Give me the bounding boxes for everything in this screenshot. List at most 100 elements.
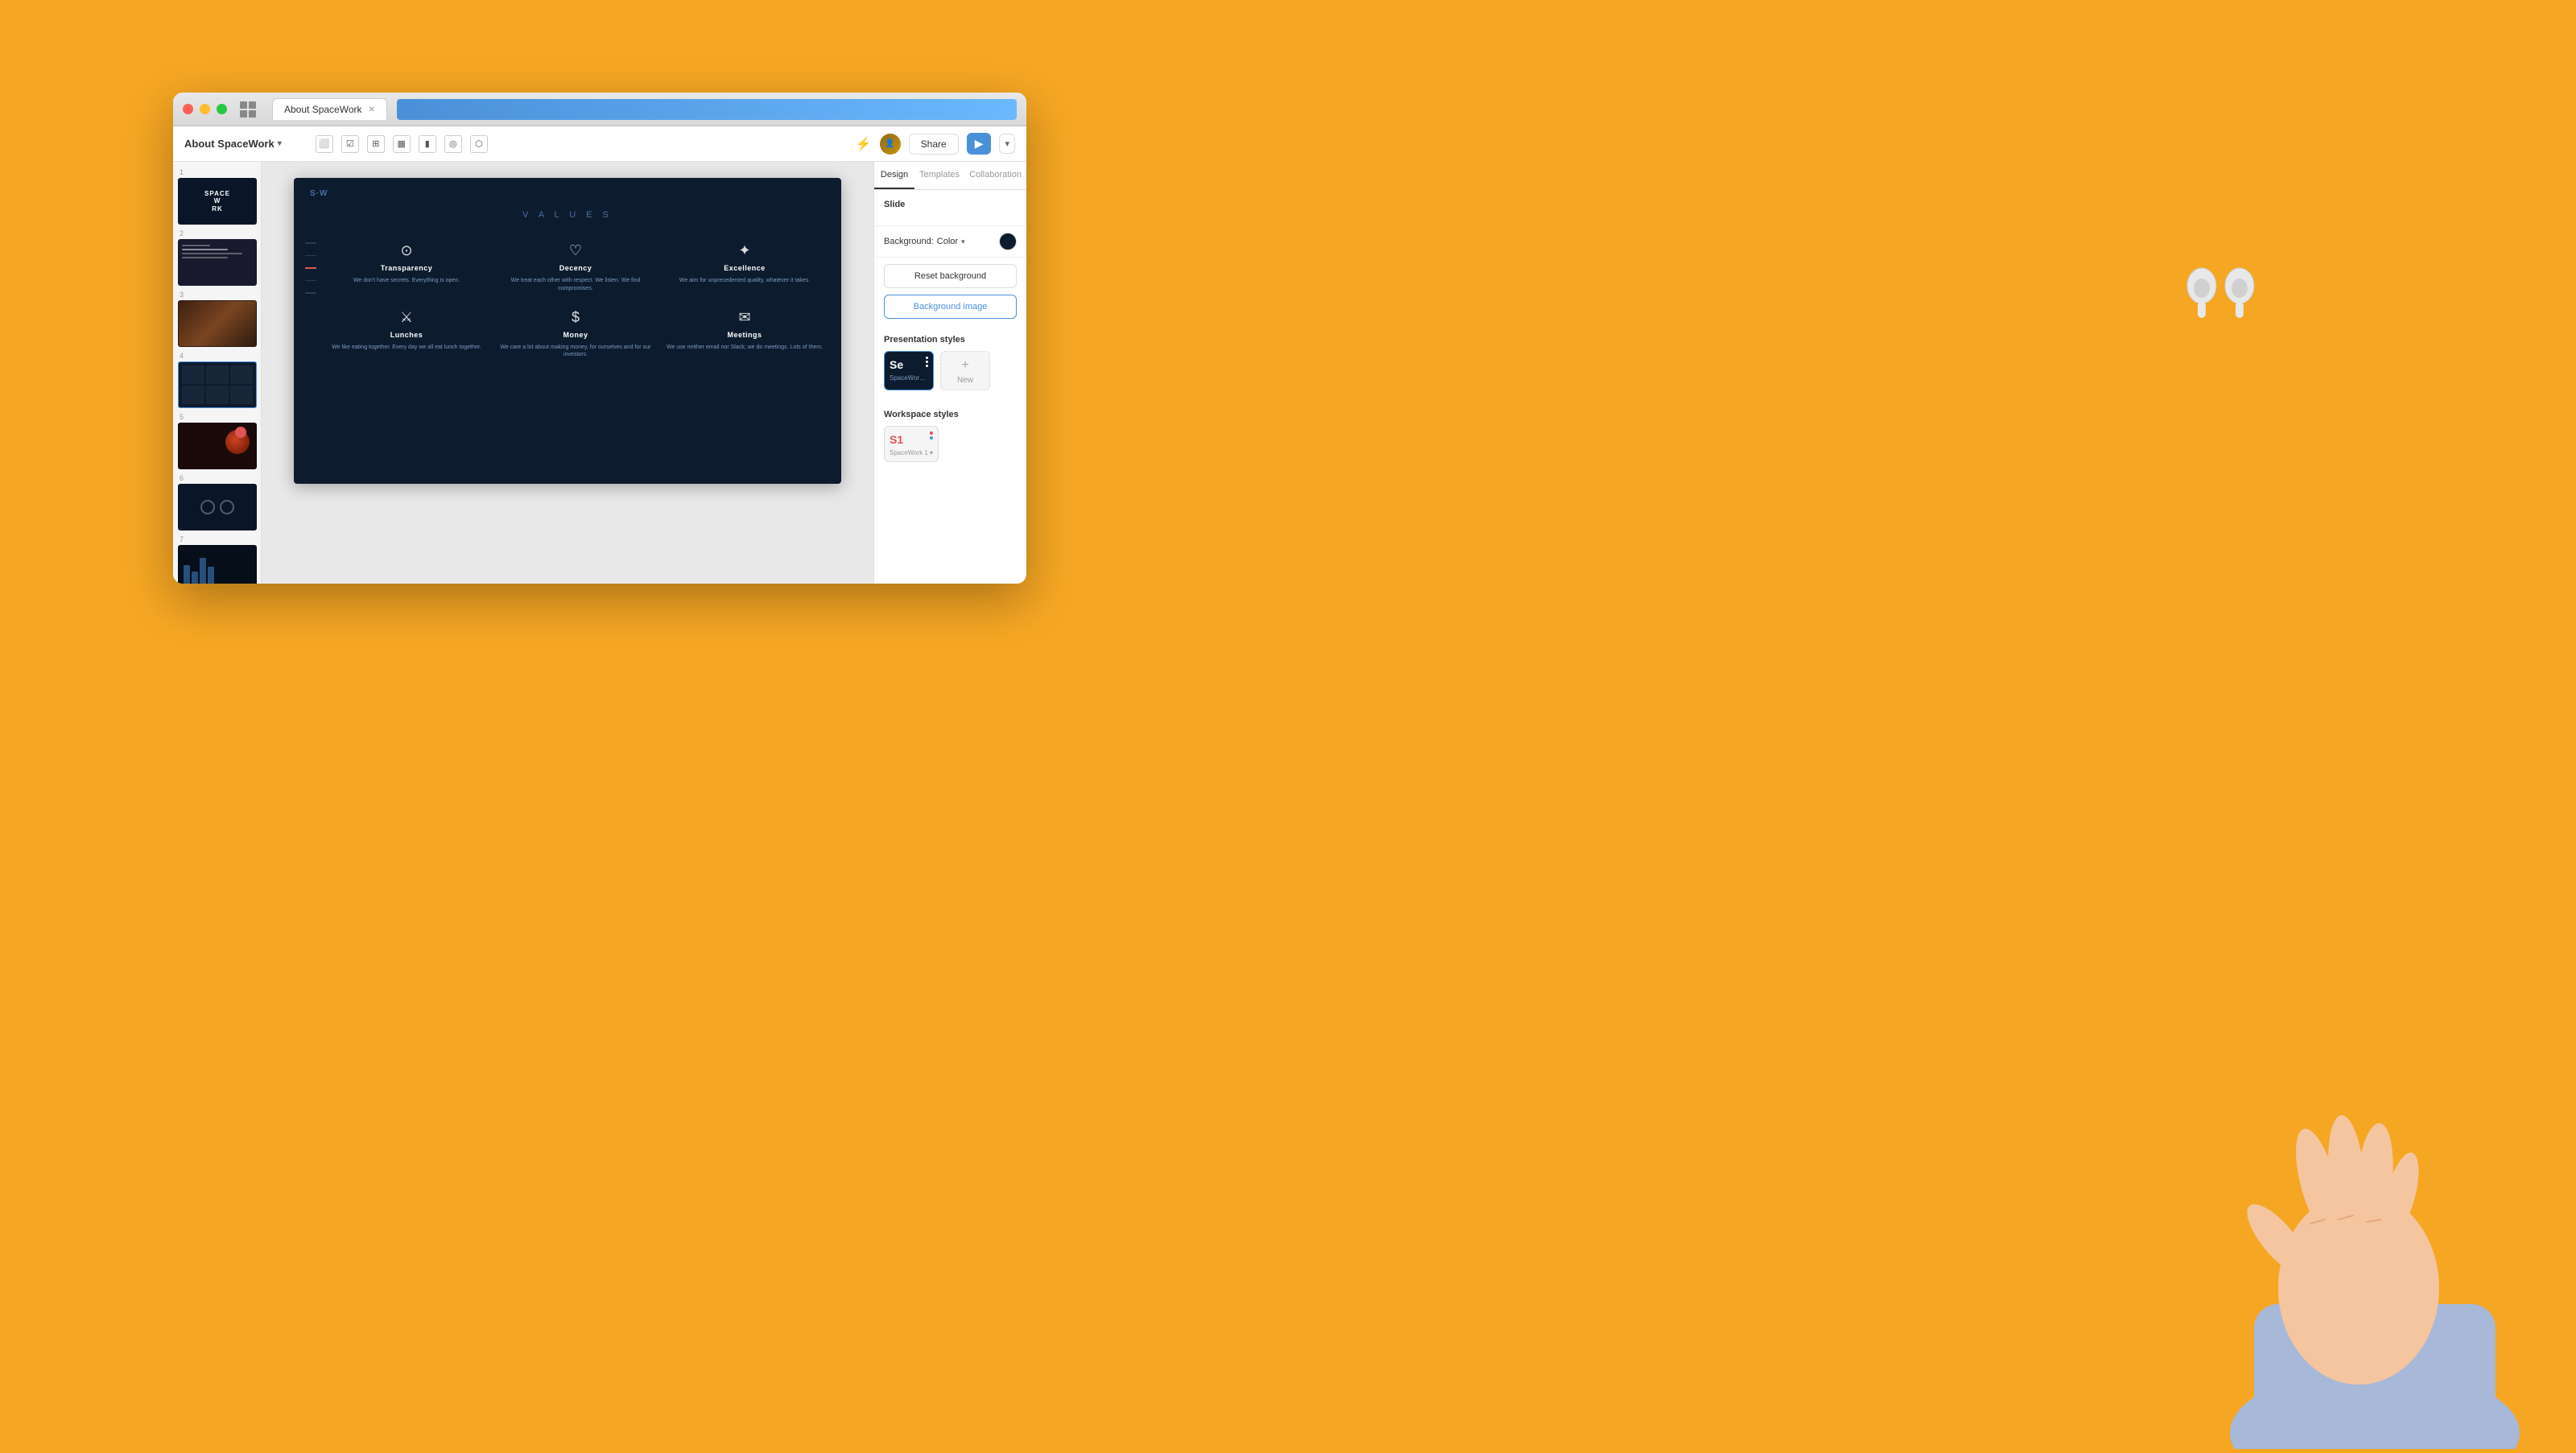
ws-chevron-icon: ▾ — [930, 449, 933, 456]
slide-thumb-7[interactable] — [178, 545, 257, 584]
hand-decoration — [2206, 982, 2544, 1449]
share-button[interactable]: Share — [909, 134, 959, 155]
ws-abbr: S1 — [890, 433, 933, 446]
new-style-label: New — [957, 376, 973, 385]
traffic-lights — [183, 104, 227, 114]
tab-templates[interactable]: Templates — [914, 162, 964, 189]
excellence-icon: ✦ — [738, 242, 750, 259]
slide-section-label: Slide — [884, 200, 1017, 209]
value-item-transparency: ⊙ Transparency We don't have secrets. Ev… — [326, 242, 487, 293]
section-line — [305, 280, 316, 282]
slide-badge — [235, 427, 246, 438]
circle-icon[interactable]: ◎ — [444, 135, 462, 153]
excellence-desc: We aim for unprecedented quality, whatev… — [679, 277, 810, 285]
app-window: About SpaceWork ✕ About SpaceWork ▾ ⬜ ☑ … — [173, 93, 1026, 584]
lightning-icon[interactable]: ⚡ — [856, 136, 872, 152]
right-panel: Design Templates Collaboration Slide Bac… — [873, 162, 1026, 584]
excellence-name: Excellence — [724, 264, 766, 272]
slide-thumb-4[interactable] — [178, 361, 257, 408]
content-area: 1 SPACEWRK 2 3 — [173, 162, 1026, 584]
presentation-title[interactable]: About SpaceWork ▾ — [184, 138, 282, 150]
maximize-button[interactable] — [217, 104, 227, 114]
slide-main-area: S·W V A L U E S ⊙ Transparency We don't … — [262, 162, 873, 584]
reset-background-button[interactable]: Reset background — [884, 264, 1017, 288]
money-desc: We care a lot about making money, for ou… — [495, 344, 656, 360]
presentation-styles-label: Presentation styles — [884, 335, 1017, 345]
background-color-row: Background: Color ▾ — [874, 226, 1026, 258]
slide-logo: S·W — [310, 189, 328, 198]
decency-name: Decency — [559, 264, 592, 272]
slide-canvas[interactable]: S·W V A L U E S ⊙ Transparency We don't … — [294, 178, 841, 484]
bg-type-label: Color — [937, 237, 958, 246]
presentation-styles-section: Presentation styles Se SpaceWork.... + — [874, 325, 1026, 400]
background-image-button[interactable]: Background image — [884, 295, 1017, 319]
lunches-icon: ⚔ — [400, 309, 413, 326]
slide-item[interactable]: 6 — [178, 474, 256, 530]
slide-thumb-3[interactable] — [178, 300, 257, 347]
workspace-styles-section: Workspace styles S1 SpaceWork 1 ▾ — [874, 400, 1026, 472]
slide-thumb-1[interactable]: SPACEWRK — [178, 178, 257, 225]
bg-dropdown-icon[interactable]: ▾ — [961, 237, 965, 246]
style-abbr: Se — [890, 358, 928, 371]
tab-design[interactable]: Design — [874, 162, 914, 189]
lunches-name: Lunches — [390, 331, 423, 339]
meetings-desc: We use neither email nor Slack; we do me… — [667, 344, 823, 352]
title-dropdown-icon[interactable]: ▾ — [278, 139, 282, 148]
lunches-desc: We like eating together. Every day we al… — [332, 344, 481, 352]
workspace-style-card[interactable]: S1 SpaceWork 1 ▾ — [884, 426, 939, 462]
section-line-active — [305, 267, 316, 269]
title-bar: About SpaceWork ✕ — [173, 93, 1026, 126]
tab-label: About SpaceWork — [284, 104, 362, 115]
slide-item[interactable]: 5 — [178, 413, 256, 469]
window-grid-icon[interactable] — [240, 101, 256, 118]
grid-icon[interactable]: ⊞ — [367, 135, 385, 153]
new-style-card[interactable]: + New — [940, 351, 990, 390]
value-item-decency: ♡ Decency We treat each other with respe… — [495, 242, 656, 293]
money-icon: $ — [572, 309, 580, 326]
minimize-button[interactable] — [200, 104, 210, 114]
comment-icon[interactable]: ⬡ — [470, 135, 488, 153]
earbuds-decoration — [2182, 258, 2262, 326]
style-dots — [926, 357, 928, 367]
slide-section: Slide — [874, 190, 1026, 226]
slide-item[interactable]: 2 — [178, 229, 256, 286]
active-tab[interactable]: About SpaceWork ✕ — [272, 98, 387, 120]
section-line — [305, 255, 316, 257]
transparency-desc: We don't have secrets. Everything is ope… — [353, 277, 460, 285]
value-item-lunches: ⚔ Lunches We like eating together. Every… — [326, 309, 487, 360]
slide-item[interactable]: 7 — [178, 535, 256, 584]
plus-icon: + — [961, 358, 968, 373]
ws-name: SpaceWork 1 ▾ — [890, 449, 933, 456]
slide-thumb-5[interactable] — [178, 423, 257, 469]
close-button[interactable] — [183, 104, 193, 114]
transparency-name: Transparency — [381, 264, 433, 272]
tab-collaboration[interactable]: Collaboration — [964, 162, 1026, 189]
slide-thumb-2[interactable] — [178, 239, 257, 286]
transparency-icon: ⊙ — [400, 242, 412, 259]
address-bar — [397, 99, 1017, 120]
slide-item[interactable]: 4 — [178, 352, 256, 408]
bg-color-label: Background: — [884, 237, 934, 246]
color-swatch[interactable] — [999, 233, 1017, 250]
toolbar-icons: ⬜ ☑ ⊞ ▦ ▮ ◎ ⬡ — [316, 135, 488, 153]
slide-thumb-6[interactable] — [178, 484, 257, 530]
style-cards: Se SpaceWork.... + New — [884, 351, 1017, 390]
decency-icon: ♡ — [569, 242, 582, 259]
toolbar-dropdown-button[interactable]: ▾ — [999, 134, 1015, 154]
slide-item[interactable]: 3 — [178, 291, 256, 347]
style-card-spacework[interactable]: Se SpaceWork.... — [884, 351, 934, 390]
ws-dots — [930, 431, 933, 440]
table-icon[interactable]: ▦ — [393, 135, 411, 153]
values-heading: V A L U E S — [294, 210, 841, 220]
meetings-icon: ✉ — [738, 309, 750, 326]
play-button[interactable]: ▶ — [967, 133, 992, 155]
section-line — [305, 292, 316, 294]
value-item-excellence: ✦ Excellence We aim for unprecedented qu… — [664, 242, 825, 293]
section-line — [305, 242, 316, 244]
slide-item[interactable]: 1 SPACEWRK — [178, 168, 256, 225]
money-name: Money — [563, 331, 588, 339]
tab-close-icon[interactable]: ✕ — [369, 105, 375, 114]
frame-icon[interactable]: ⬜ — [316, 135, 333, 153]
check-icon[interactable]: ☑ — [341, 135, 359, 153]
chart-icon[interactable]: ▮ — [419, 135, 436, 153]
